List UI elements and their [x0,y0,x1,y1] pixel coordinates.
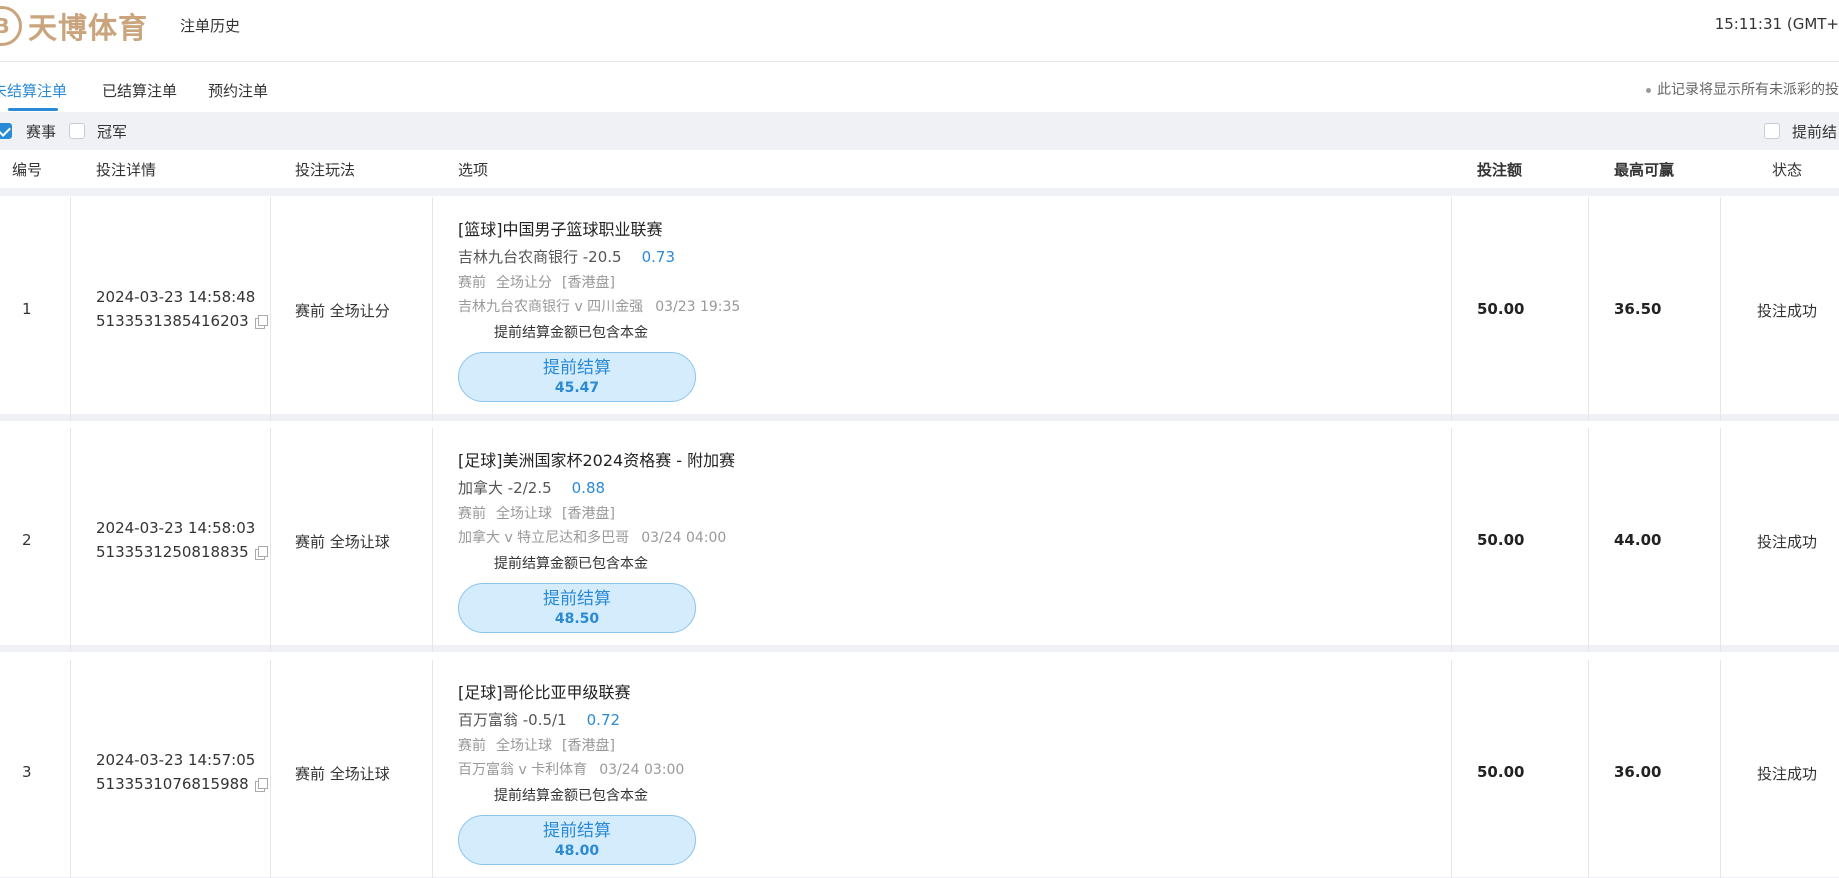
cashout-checkbox-label[interactable]: 提前结 [1792,121,1837,142]
status-text: 投注成功 [1757,302,1818,320]
cashout-button[interactable]: 提前结算 45.47 [458,352,696,402]
filter-bar: 赛事 冠军 提前结 [0,112,1839,150]
row-number: 1 [22,300,32,318]
market-timing: 赛前 [458,738,486,754]
pick: 百万富翁 -0.5/1 [458,711,567,729]
odds: 0.72 [586,711,621,729]
logo[interactable]: B 天博体育 [0,6,148,46]
copy-icon[interactable] [254,315,268,329]
col-stake: 投注额 [1477,161,1523,179]
league-name: [足球]哥伦比亚甲级联赛 [458,683,631,702]
market-type: 全场让分 [496,275,552,291]
table-row: 1 2024-03-23 14:58:48 5133531385416203 赛… [0,197,1839,421]
top-bar: B 天博体育 注单历史 15:11:31 (GMT+ [0,0,1839,62]
stake: 50.00 [1477,300,1525,318]
outright-checkbox[interactable] [69,123,85,139]
bet-selection: [足球]美洲国家杯2024资格赛 - 附加赛 加拿大 -2/2.5 0.88 赛前… [458,450,735,633]
market-type: 全场让球 [496,738,552,754]
pick: 吉林九台农商银行 -20.5 [458,248,622,266]
logo-text: 天博体育 [28,11,149,45]
match-time: 03/23 19:35 [655,299,741,315]
bet-id: 5133531250818835 [96,543,249,561]
cashout-button[interactable]: 提前结算 48.00 [458,815,696,865]
status-text: 投注成功 [1757,765,1818,783]
stake: 50.00 [1477,531,1525,549]
cashout-amount: 48.00 [554,843,600,859]
bet-play: 赛前 全场让球 [295,533,390,551]
odds-format: [香港盘] [562,506,615,522]
stake: 50.00 [1477,763,1525,781]
cashout-checkbox[interactable] [1764,123,1780,139]
notice-text: 此记录将显示所有未派彩的投 [1646,79,1839,99]
market-timing: 赛前 [458,275,486,291]
match-time: 03/24 04:00 [641,530,727,546]
event-checkbox-label[interactable]: 赛事 [26,121,56,142]
bet-detail: 2024-03-23 14:57:05 5133531076815988 [96,748,268,796]
bullet-icon [1646,87,1651,93]
tab-unsettled[interactable]: 未结算注单 [0,80,67,101]
bet-play: 赛前 全场让球 [295,765,390,783]
bet-play: 赛前 全场让分 [295,302,390,320]
match-teams: 加拿大 v 特立尼达和多巴哥 [458,530,630,546]
pick: 加拿大 -2/2.5 [458,479,552,497]
bet-history-link[interactable]: 注单历史 [180,15,240,36]
odds-format: [香港盘] [562,738,615,754]
cashout-button-label: 提前结算 [543,821,611,841]
notice-label: 此记录将显示所有未派彩的投 [1657,82,1839,98]
bet-datetime: 2024-03-23 14:58:03 [96,519,256,537]
copy-icon[interactable] [254,546,268,560]
cashout-note: 提前结算金额已包含本金 [494,556,648,572]
league-name: [篮球]中国男子篮球职业联赛 [458,220,663,239]
row-number: 3 [22,763,32,781]
odds: 0.88 [571,479,606,497]
cashout-button[interactable]: 提前结算 48.50 [458,583,696,633]
col-detail: 投注详情 [96,161,157,179]
match-teams: 吉林九台农商银行 v 四川金强 [458,299,644,315]
cashout-button-label: 提前结算 [543,358,611,378]
cashout-button-label: 提前结算 [543,589,611,609]
cashout-amount: 45.47 [554,380,600,396]
table-row: 3 2024-03-23 14:57:05 5133531076815988 赛… [0,660,1839,878]
bet-detail: 2024-03-23 14:58:03 5133531250818835 [96,516,268,564]
cashout-note: 提前结算金额已包含本金 [494,788,648,804]
market-type: 全场让球 [496,506,552,522]
col-no: 编号 [12,161,43,179]
max-win: 36.50 [1614,300,1662,318]
max-win: 44.00 [1614,531,1662,549]
logo-mark-icon: B [0,6,22,46]
bet-datetime: 2024-03-23 14:57:05 [96,751,256,769]
event-checkbox[interactable] [0,123,12,139]
tab-settled[interactable]: 已结算注单 [102,80,177,101]
cashout-amount: 48.50 [554,611,600,627]
row-number: 2 [22,531,32,549]
bet-tabs: 未结算注单 已结算注单 预约注单 此记录将显示所有未派彩的投 [0,62,1839,112]
col-max-win: 最高可赢 [1614,161,1675,179]
tab-reserved[interactable]: 预约注单 [208,80,268,101]
active-tab-indicator [8,108,58,111]
bet-id: 5133531385416203 [96,312,249,330]
table-row: 2 2024-03-23 14:58:03 5133531250818835 赛… [0,428,1839,652]
bet-detail: 2024-03-23 14:58:48 5133531385416203 [96,285,268,333]
bet-selection: [足球]哥伦比亚甲级联赛 百万富翁 -0.5/1 0.72 赛前 全场让球 [香港盘]… [458,682,696,865]
match-time: 03/24 03:00 [599,762,685,778]
bet-selection: [篮球]中国男子篮球职业联赛 吉林九台农商银行 -20.5 0.73 赛前 全场让分… [458,219,740,402]
league-name: [足球]美洲国家杯2024资格赛 - 附加赛 [458,451,736,470]
cashout-note: 提前结算金额已包含本金 [494,325,648,341]
odds: 0.73 [641,248,675,266]
clock: 15:11:31 (GMT+ [1714,15,1839,33]
match-teams: 百万富翁 v 卡利体育 [458,762,588,778]
table-header: 编号 投注详情 投注玩法 选项 投注额 最高可赢 状态 [0,150,1839,196]
max-win: 36.00 [1614,763,1662,781]
bet-datetime: 2024-03-23 14:58:48 [96,288,256,306]
status-text: 投注成功 [1757,533,1818,551]
col-selection: 选项 [458,161,489,179]
col-play: 投注玩法 [295,161,356,179]
market-timing: 赛前 [458,506,486,522]
odds-format: [香港盘] [562,275,615,291]
outright-checkbox-label[interactable]: 冠军 [97,121,127,142]
copy-icon[interactable] [254,778,268,792]
bet-id: 5133531076815988 [96,775,249,793]
col-status: 状态 [1772,161,1803,179]
